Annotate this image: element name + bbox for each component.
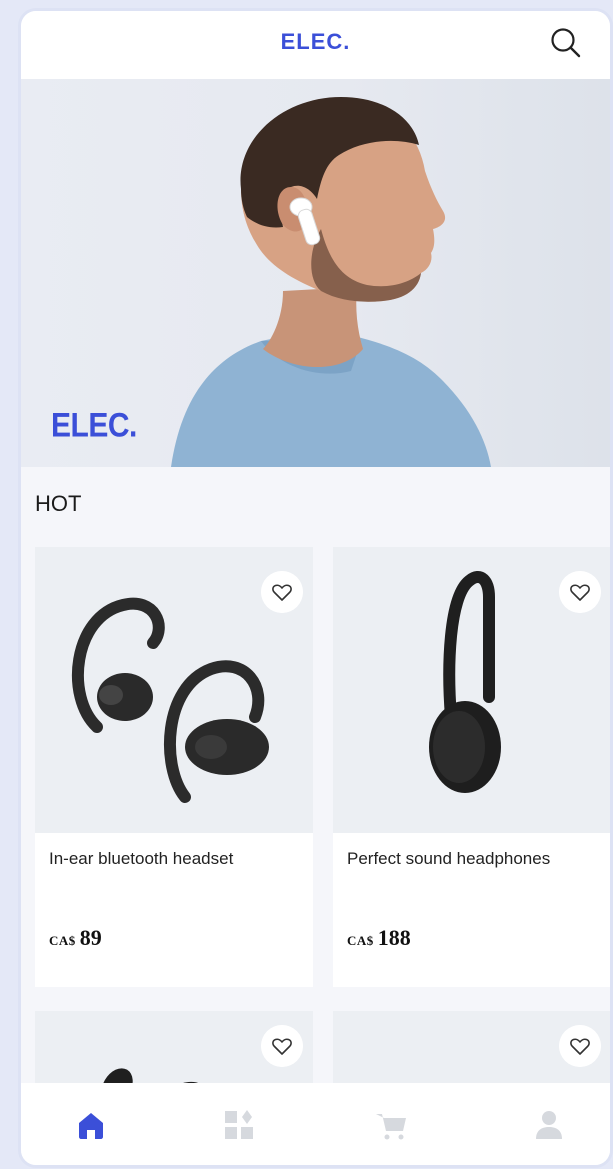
top-bar: ELEC. xyxy=(21,11,610,79)
bottom-tab-bar xyxy=(21,1083,610,1165)
hero-banner[interactable]: ELEC. xyxy=(21,79,610,467)
heart-icon[interactable] xyxy=(261,571,303,613)
price-amount: 89 xyxy=(79,925,102,950)
product-card[interactable]: Perfect sound headphones CA$ 188 xyxy=(333,547,610,987)
heart-icon[interactable] xyxy=(559,1025,601,1067)
product-name: In-ear bluetooth headset xyxy=(49,849,234,868)
profile-icon[interactable] xyxy=(529,1105,569,1145)
heart-icon[interactable] xyxy=(261,1025,303,1067)
home-icon[interactable] xyxy=(71,1105,111,1145)
price-currency: CA$ xyxy=(347,933,374,948)
hero-logo: ELEC. xyxy=(51,406,137,445)
app-screen: ELEC. ELEC. HOT In-ear bluetooth headset… xyxy=(18,8,613,1168)
price-currency: CA$ xyxy=(49,933,76,948)
product-price: CA$ 89 xyxy=(49,925,102,951)
product-price: CA$ 188 xyxy=(347,925,411,951)
search-icon[interactable] xyxy=(548,25,584,61)
cart-icon[interactable] xyxy=(371,1105,411,1145)
section-title: HOT xyxy=(35,491,82,516)
heart-icon[interactable] xyxy=(559,571,601,613)
product-card[interactable]: In-ear bluetooth headset CA$ 89 xyxy=(35,547,313,987)
price-amount: 188 xyxy=(377,925,411,950)
categories-icon[interactable] xyxy=(219,1105,259,1145)
product-name: Perfect sound headphones xyxy=(347,849,551,868)
brand-title: ELEC. xyxy=(280,29,351,54)
